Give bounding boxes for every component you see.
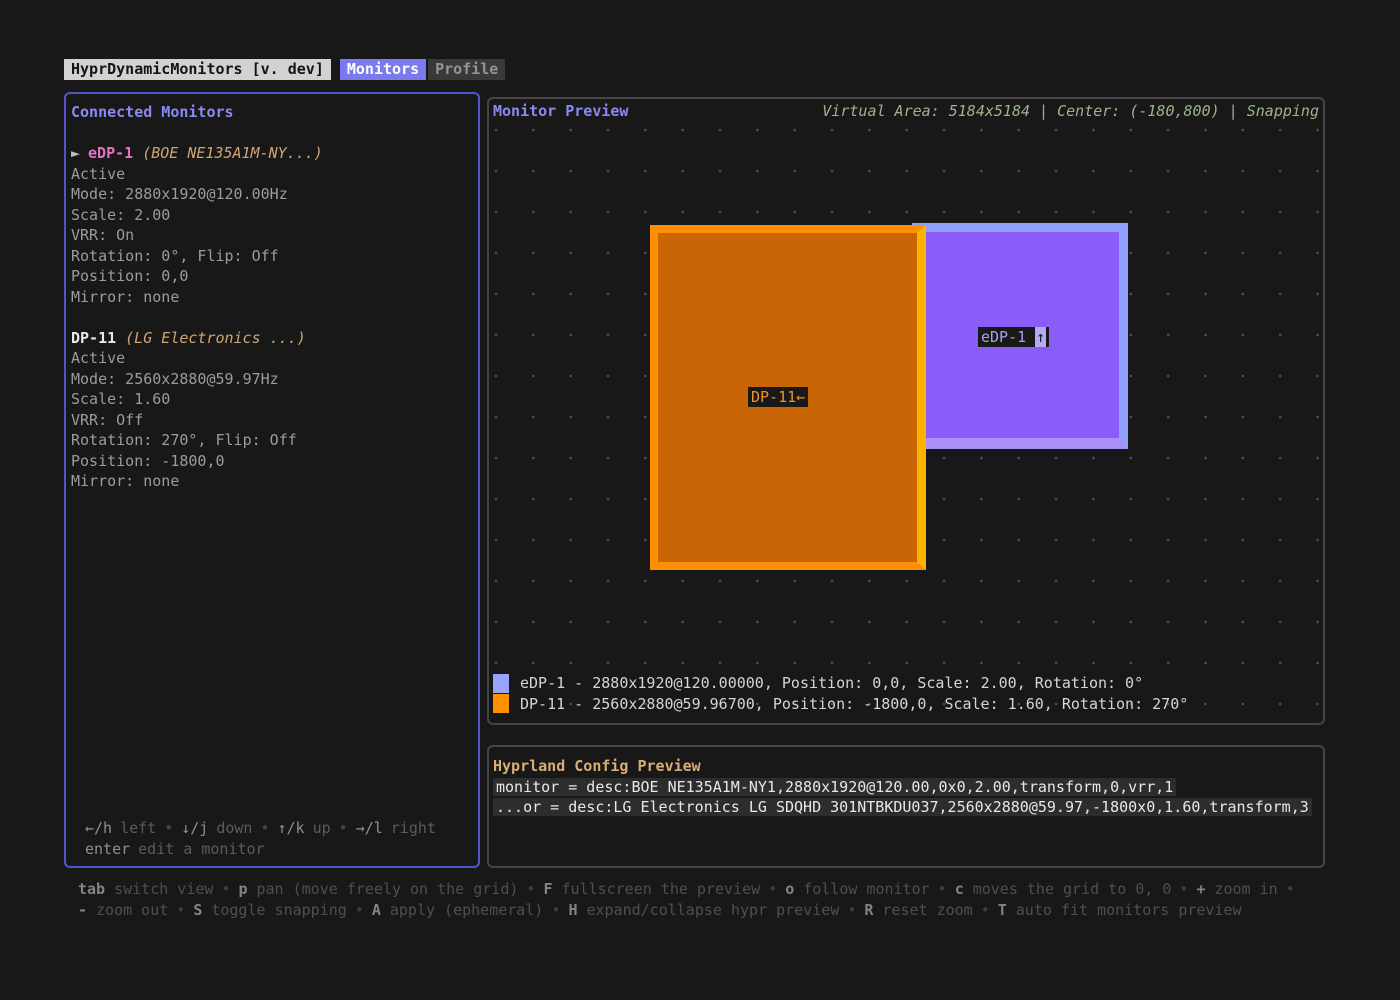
- key-left: ←/h: [85, 819, 112, 837]
- navigation-keybinds-line: ←/hleft•↓/jdown•↑/kup•→/lright: [85, 818, 478, 839]
- selection-arrow-icon: ►: [71, 144, 80, 162]
- monitor-label-edp1: eDP-1↑: [978, 327, 1049, 347]
- bullet-separator: •: [355, 901, 364, 919]
- monitor-detail-line: Mirror: none: [71, 471, 474, 492]
- monitor-detail-line: VRR: On: [71, 225, 474, 246]
- monitor-detail-line: Position: -1800,0: [71, 451, 474, 472]
- rotation-arrow-icon: ←: [796, 387, 805, 407]
- bullet-separator: •: [938, 880, 947, 898]
- help-line-2: -zoom out•Stoggle snapping•Aapply (ephem…: [78, 900, 1358, 921]
- bullet-separator: •: [1179, 880, 1188, 898]
- bullet-separator: •: [526, 880, 535, 898]
- left-panel-keybinds: ←/hleft•↓/jdown•↑/kup•→/lright enteredit…: [66, 818, 478, 859]
- tab-bar: HyprDynamicMonitors [v. dev] Monitors Pr…: [64, 59, 505, 80]
- key-T: T: [998, 901, 1007, 919]
- monitor-name: DP-11: [71, 329, 116, 347]
- config-line-monitor2: ...or = desc:LG Electronics LG SDQHD 301…: [493, 797, 1323, 818]
- bullet-separator: •: [768, 880, 777, 898]
- key-right: →/l: [356, 819, 383, 837]
- monitor-entry-header: ► eDP-1 (BOE NE135A1M-NY...): [71, 143, 474, 164]
- bullet-separator: •: [1286, 880, 1295, 898]
- key-p: p: [238, 880, 247, 898]
- preview-status-text: Virtual Area: 5184x5184 | Center: (-180,…: [818, 102, 1319, 120]
- help-line-1: tabswitch view•ppan (move freely on the …: [78, 879, 1358, 900]
- connected-monitors-panel: Connected Monitors ► eDP-1 (BOE NE135A1M-N…: [64, 92, 480, 868]
- monitor-detail-line: Active: [71, 348, 474, 369]
- tab-monitors[interactable]: Monitors: [340, 59, 426, 80]
- preview-legend: eDP-1 - 2880x1920@120.00000, Position: 0…: [493, 673, 1188, 714]
- monitor-detail-line: Scale: 1.60: [71, 389, 474, 410]
- bullet-separator: •: [551, 901, 560, 919]
- legend-swatch-edp1: [493, 674, 509, 693]
- key-S: S: [193, 901, 202, 919]
- key-tab: tab: [78, 880, 105, 898]
- key-minus: -: [78, 901, 87, 919]
- monitor-detail-line: Mode: 2560x2880@59.97Hz: [71, 369, 474, 390]
- monitor-detail-line: Rotation: 0°, Flip: Off: [71, 246, 474, 267]
- rotation-arrow-icon: ↑: [1035, 327, 1046, 347]
- monitor-detail-line: Mode: 2880x1920@120.00Hz: [71, 184, 474, 205]
- tab-profile[interactable]: Profile: [428, 59, 505, 80]
- connected-monitors-title: Connected Monitors: [71, 102, 474, 123]
- monitor-name: eDP-1: [88, 144, 133, 162]
- legend-swatch-dp11: [493, 694, 509, 713]
- app-title: HyprDynamicMonitors [v. dev]: [64, 59, 331, 80]
- key-enter: enter: [85, 840, 130, 858]
- key-H: H: [568, 901, 577, 919]
- key-up: ↑/k: [278, 819, 305, 837]
- monitor-description: (LG Electronics ...): [125, 329, 306, 347]
- key-A: A: [372, 901, 381, 919]
- bullet-separator: •: [260, 819, 269, 837]
- monitor-entry-header: DP-11 (LG Electronics ...): [71, 328, 474, 349]
- key-F: F: [543, 880, 552, 898]
- monitor-entry-dp11[interactable]: DP-11 (LG Electronics ...) Active Mode: 2…: [71, 328, 474, 492]
- bullet-separator: •: [981, 901, 990, 919]
- legend-row-dp11: DP-11 - 2560x2880@59.96700, Position: -1…: [493, 694, 1188, 715]
- bullet-separator: •: [176, 901, 185, 919]
- config-line-monitor1: monitor = desc:BOE NE135A1M-NY1,2880x192…: [493, 777, 1323, 798]
- config-title: Hyprland Config Preview: [493, 756, 1323, 777]
- enter-keybind-line: enteredit a monitor: [85, 839, 478, 860]
- monitor-preview-panel: Monitor Preview Virtual Area: 5184x5184 …: [487, 97, 1325, 725]
- bullet-separator: •: [847, 901, 856, 919]
- monitor-detail-line: Active: [71, 164, 474, 185]
- monitor-detail-line: Mirror: none: [71, 287, 474, 308]
- help-bar: tabswitch view•ppan (move freely on the …: [78, 879, 1358, 921]
- monitor-entry-edp1[interactable]: ► eDP-1 (BOE NE135A1M-NY...) Active Mode: …: [71, 143, 474, 307]
- key-down: ↓/j: [181, 819, 208, 837]
- key-c: c: [955, 880, 964, 898]
- monitor-label-dp11: DP-11←: [748, 387, 808, 407]
- key-o: o: [785, 880, 794, 898]
- key-plus: +: [1196, 880, 1205, 898]
- bullet-separator: •: [164, 819, 173, 837]
- key-R: R: [864, 901, 873, 919]
- monitor-detail-line: Position: 0,0: [71, 266, 474, 287]
- bullet-separator: •: [221, 880, 230, 898]
- bullet-separator: •: [339, 819, 348, 837]
- preview-header: Monitor Preview Virtual Area: 5184x5184 …: [493, 102, 1319, 120]
- monitor-detail-line: Rotation: 270°, Flip: Off: [71, 430, 474, 451]
- preview-title: Monitor Preview: [493, 102, 632, 120]
- hyprland-config-panel: Hyprland Config Preview monitor = desc:B…: [487, 745, 1325, 868]
- legend-row-edp1: eDP-1 - 2880x1920@120.00000, Position: 0…: [493, 673, 1188, 694]
- monitor-detail-line: Scale: 2.00: [71, 205, 474, 226]
- monitor-detail-line: VRR: Off: [71, 410, 474, 431]
- monitor-description: (BOE NE135A1M-NY...): [142, 144, 323, 162]
